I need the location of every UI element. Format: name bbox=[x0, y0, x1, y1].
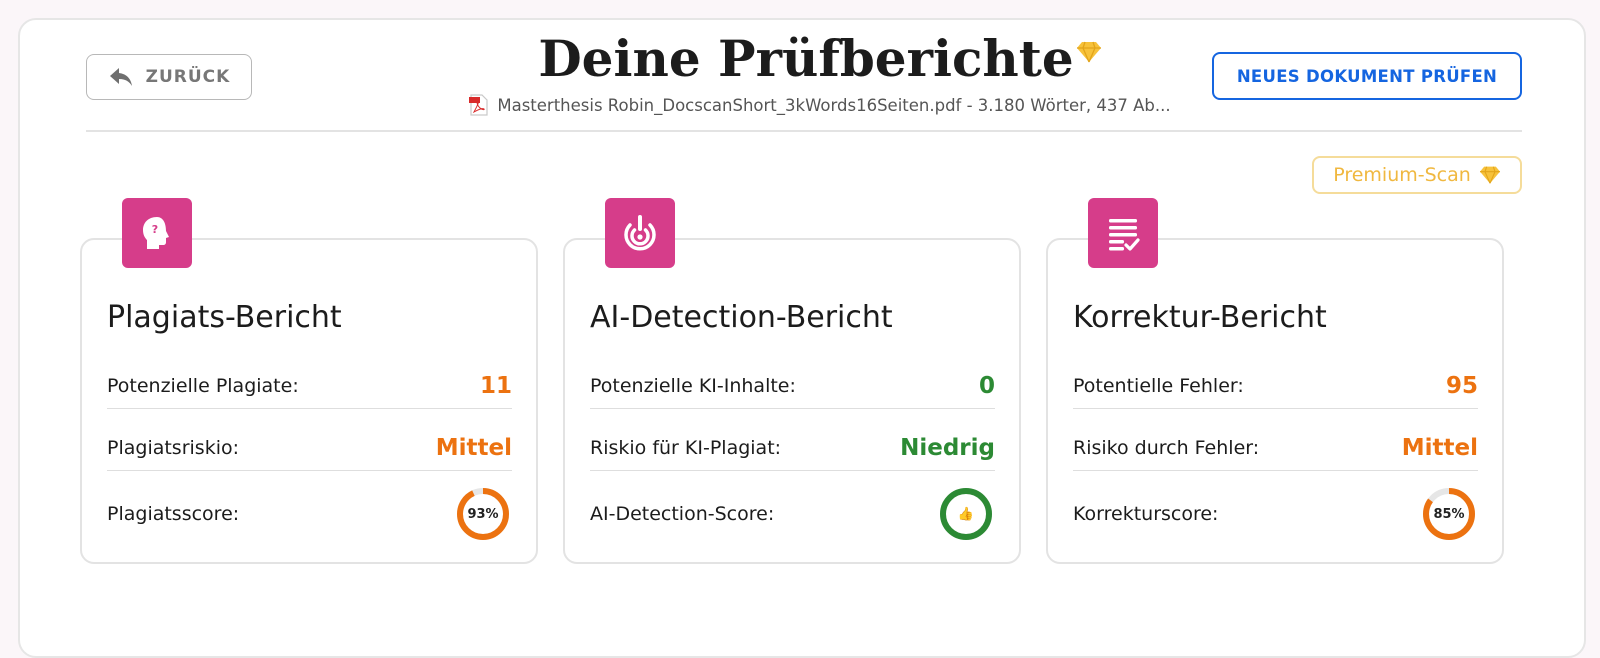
header-title-block: Deine Prüfberichte Masterthesis Robin_Do… bbox=[380, 28, 1260, 116]
card-row-potential-ai-content: Potenzielle KI-Inhalte: 0 bbox=[590, 364, 995, 409]
card-row-potential-plagiarism: Potenzielle Plagiate: 11 bbox=[107, 364, 512, 409]
row-label: Potenzielle KI-Inhalte: bbox=[590, 375, 796, 397]
page-title: Deine Prüfberichte bbox=[538, 29, 1074, 88]
pdf-file-icon bbox=[469, 94, 488, 116]
card-row-potential-errors: Potentielle Fehler: 95 bbox=[1073, 364, 1478, 409]
row-label: Plagiatsscore: bbox=[107, 503, 240, 525]
head-question-icon: ? bbox=[143, 217, 169, 249]
diamond-icon bbox=[1479, 166, 1500, 184]
premium-scan-label: Premium-Scan bbox=[1333, 164, 1471, 186]
score-gauge: 85% bbox=[1420, 485, 1478, 543]
back-button-label: ZURÜCK bbox=[145, 67, 231, 87]
header-divider bbox=[86, 130, 1522, 132]
new-document-button-label: NEUES DOKUMENT PRÜFEN bbox=[1236, 66, 1498, 86]
row-label: Potentielle Fehler: bbox=[1073, 375, 1244, 397]
page-title-row: Deine Prüfberichte bbox=[538, 28, 1101, 90]
row-value: Mittel bbox=[435, 435, 512, 461]
new-document-button[interactable]: NEUES DOKUMENT PRÜFEN bbox=[1212, 52, 1522, 100]
card-row-plagiarism-risk: Plagiatsriskio: Mittel bbox=[107, 426, 512, 471]
file-info-line: Masterthesis Robin_DocscanShort_3kWords1… bbox=[380, 94, 1260, 116]
diamond-icon bbox=[1076, 41, 1101, 63]
row-value: 95 bbox=[1445, 373, 1478, 399]
premium-scan-badge: Premium-Scan bbox=[1312, 156, 1522, 194]
card-row-ai-risk: Riskio für KI-Plagiat: Niedrig bbox=[590, 426, 995, 471]
thumbs-up-icon: 👍 bbox=[957, 506, 975, 522]
row-value: Niedrig bbox=[900, 435, 995, 461]
ai-detection-report-card[interactable]: AI-Detection-Bericht Potenzielle KI-Inha… bbox=[563, 198, 1021, 564]
back-button[interactable]: ZURÜCK bbox=[86, 54, 252, 100]
row-label: Riskio für KI-Plagiat: bbox=[590, 437, 782, 459]
row-label: Korrekturscore: bbox=[1073, 503, 1219, 525]
row-value: 0 bbox=[978, 373, 995, 399]
card-row-correction-score: Korrekturscore: 85% bbox=[1073, 486, 1478, 542]
correction-report-card[interactable]: Korrektur-Bericht Potentielle Fehler: 95… bbox=[1046, 198, 1504, 564]
card-icon-badge bbox=[1088, 198, 1158, 268]
svg-text:?: ? bbox=[152, 223, 158, 236]
card-row-error-risk: Risiko durch Fehler: Mittel bbox=[1073, 426, 1478, 471]
row-label: Plagiatsriskio: bbox=[107, 437, 240, 459]
checklist-icon bbox=[1109, 219, 1140, 251]
card-row-ai-score: AI-Detection-Score: 👍 bbox=[590, 486, 995, 542]
row-label: Potenzielle Plagiate: bbox=[107, 375, 299, 397]
card-title: Plagiats-Bericht bbox=[107, 300, 342, 335]
row-label: AI-Detection-Score: bbox=[590, 503, 775, 525]
report-panel: ZURÜCK Deine Prüfberichte Masterthesis R… bbox=[18, 18, 1586, 658]
file-info-text: Masterthesis Robin_DocscanShort_3kWords1… bbox=[497, 95, 1171, 115]
plagiarism-report-card[interactable]: ? Plagiats-Bericht Potenzielle Plagiate:… bbox=[80, 198, 538, 564]
row-value: 11 bbox=[479, 373, 512, 399]
reply-arrow-icon bbox=[109, 68, 132, 86]
card-title: AI-Detection-Bericht bbox=[590, 300, 893, 335]
score-gauge-label: 93% bbox=[467, 506, 499, 522]
row-label: Risiko durch Fehler: bbox=[1073, 437, 1260, 459]
score-gauge: 👍 bbox=[937, 485, 995, 543]
target-alert-icon bbox=[624, 215, 656, 251]
card-icon-badge: ? bbox=[122, 198, 192, 268]
score-gauge: 93% bbox=[454, 485, 512, 543]
row-value: Mittel bbox=[1401, 435, 1478, 461]
card-row-plagiarism-score: Plagiatsscore: 93% bbox=[107, 486, 512, 542]
score-gauge-label: 85% bbox=[1433, 506, 1465, 522]
card-icon-badge bbox=[605, 198, 675, 268]
card-title: Korrektur-Bericht bbox=[1073, 300, 1327, 335]
